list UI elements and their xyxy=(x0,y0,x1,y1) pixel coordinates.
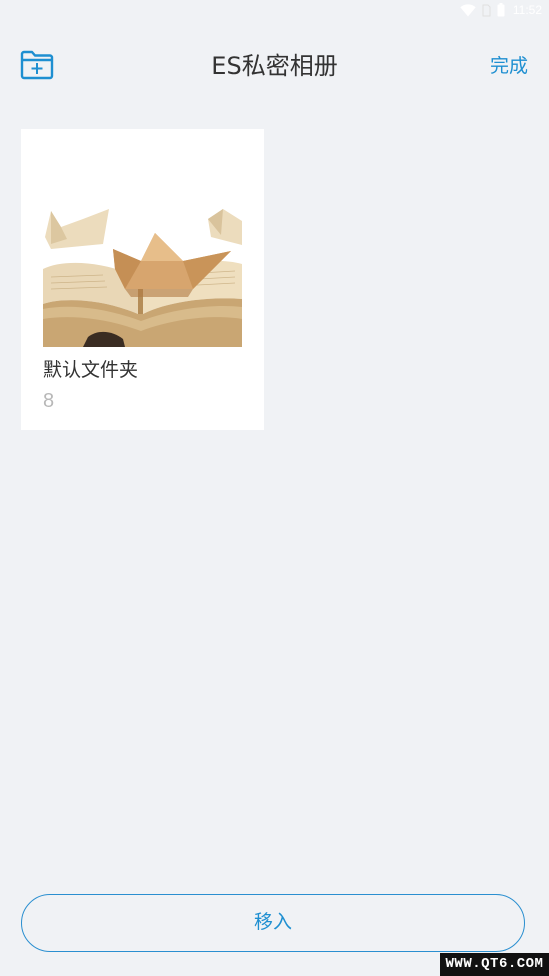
done-button[interactable]: 完成 xyxy=(490,54,528,78)
album-thumbnail xyxy=(43,149,242,347)
battery-icon xyxy=(497,3,505,17)
status-icons: 11:52 xyxy=(460,3,542,17)
album-count: 8 xyxy=(43,390,55,412)
watermark: WWW.QT6.COM xyxy=(440,953,549,976)
sim-icon xyxy=(482,4,491,17)
album-card[interactable]: 默认文件夹 8 xyxy=(21,129,264,430)
album-name: 默认文件夹 xyxy=(43,359,139,381)
move-in-button[interactable]: 移入 xyxy=(21,894,525,952)
status-bar: 11:52 xyxy=(0,0,549,24)
wifi-icon xyxy=(460,3,476,17)
page-title: ES私密相册 xyxy=(211,52,338,80)
status-time: 11:52 xyxy=(512,3,542,17)
header: ES私密相册 完成 xyxy=(0,40,549,96)
